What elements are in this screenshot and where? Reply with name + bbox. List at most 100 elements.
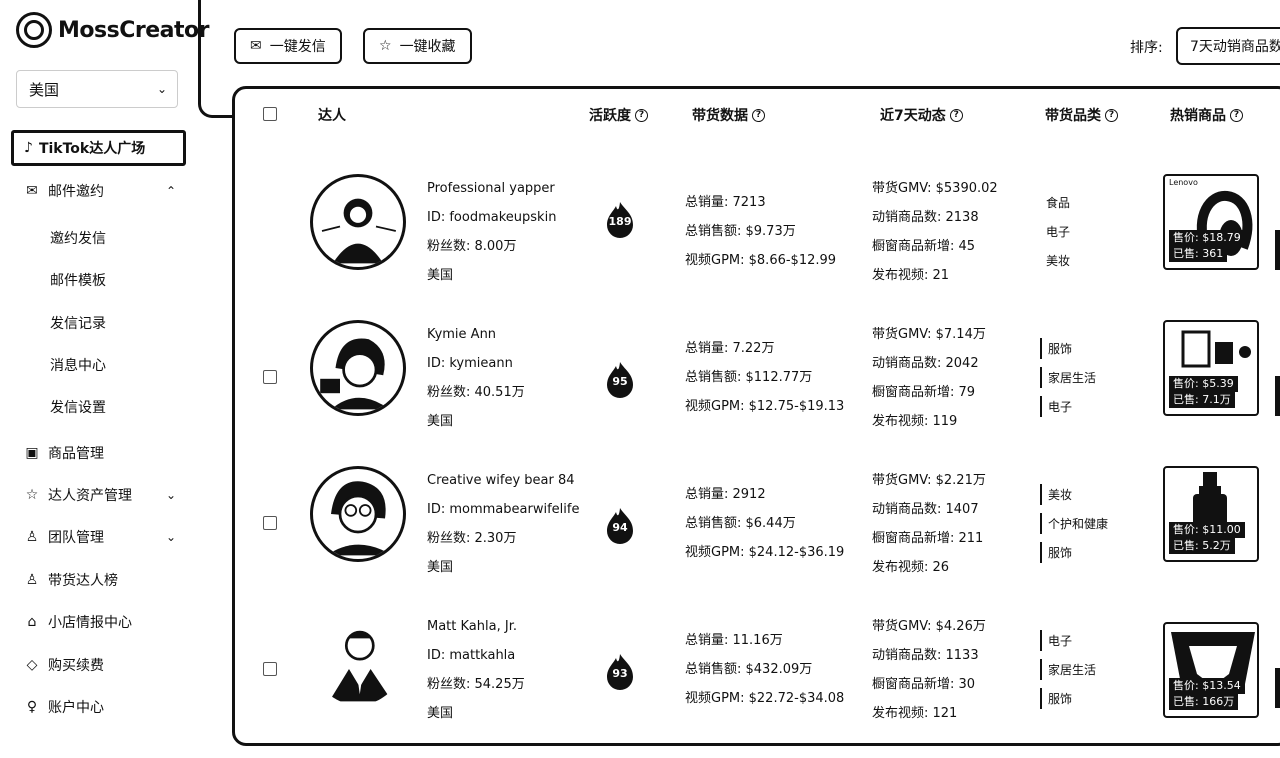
creator-avatar[interactable]	[310, 466, 406, 562]
sort-select[interactable]: 7天动销商品数	[1176, 27, 1280, 65]
gmv: 带货GMV: $5390.02	[872, 181, 998, 196]
scroll-edge	[1275, 668, 1280, 708]
creator-name[interactable]: Matt Kahla, Jr.	[427, 612, 525, 641]
sales-data: 总销量: 2912 总销售额: $6.44万 视频GPM: $24.12-$36…	[685, 480, 844, 567]
creator-avatar[interactable]	[310, 174, 406, 270]
logo-text: MossCreator	[58, 17, 209, 43]
product-price: 售价: $5.39	[1169, 376, 1238, 392]
video-gpm: 视频GPM: $8.66-$12.99	[685, 253, 837, 268]
logo[interactable]: MossCreator	[16, 12, 209, 48]
category-tag: 电子	[1040, 396, 1078, 417]
creator-info: Professional yapper ID: foodmakeupskin 粉…	[427, 174, 556, 290]
new-items: 橱窗商品新增: 30	[872, 677, 976, 692]
header-label: 带货品类	[1045, 108, 1101, 124]
mail-icon: ✉	[250, 38, 262, 54]
avatar-portrait	[313, 615, 403, 705]
bulk-favorite-label: 一键收藏	[399, 39, 456, 55]
videos: 发布视频: 21	[872, 268, 950, 283]
creator-country: 美国	[427, 268, 454, 283]
row-checkbox[interactable]	[263, 370, 277, 384]
tiktok-icon: ♪	[24, 140, 33, 156]
activity-score: 94	[612, 521, 628, 534]
scroll-edge	[1275, 230, 1280, 270]
category-tag: 电子	[1040, 630, 1078, 651]
new-items: 橱窗商品新增: 45	[872, 239, 976, 254]
help-icon[interactable]: ?	[752, 108, 765, 122]
moving-items: 动销商品数: 2042	[872, 356, 979, 371]
sales-data: 总销量: 7213 总销售额: $9.73万 视频GPM: $8.66-$12.…	[685, 188, 836, 275]
help-icon[interactable]: ?	[635, 108, 648, 122]
hot-product-card[interactable]: 售价: $11.00 已售: 5.2万	[1163, 466, 1259, 562]
table-row[interactable]: Professional yapper ID: foodmakeupskin 粉…	[0, 174, 1280, 320]
activity-flame-icon: 93	[603, 652, 637, 692]
creator-country: 美国	[427, 414, 454, 429]
hot-product-card[interactable]: 售价: $13.54 已售: 166万	[1163, 622, 1259, 718]
header-label: 活跃度	[589, 108, 631, 124]
creator-fans: 粉丝数: 40.51万	[427, 385, 525, 400]
creator-id: ID: mommabearwifelife	[427, 502, 580, 517]
help-icon[interactable]: ?	[1105, 108, 1118, 122]
sidebar-item-tiktok-square[interactable]: ♪ TikTok达人广场	[11, 130, 186, 166]
recent-activity: 带货GMV: $2.21万 动销商品数: 1407 橱窗商品新增: 211 发布…	[872, 466, 986, 582]
creator-id: ID: mattkahla	[427, 648, 516, 663]
table-row[interactable]: Kymie Ann ID: kymieann 粉丝数: 40.51万 美国 95…	[0, 320, 1280, 466]
creator-info: Creative wifey bear 84 ID: mommabearwife…	[427, 466, 579, 582]
activity-score: 93	[612, 667, 628, 680]
table-row[interactable]: Matt Kahla, Jr. ID: mattkahla 粉丝数: 54.25…	[0, 612, 1280, 758]
creator-name[interactable]: Kymie Ann	[427, 320, 525, 349]
product-price: 售价: $18.79	[1169, 230, 1245, 246]
recent-activity: 带货GMV: $7.14万 动销商品数: 2042 橱窗商品新增: 79 发布视…	[872, 320, 986, 436]
product-sold: 已售: 7.1万	[1169, 392, 1235, 408]
hot-product-card[interactable]: Lenovo 售价: $18.79 已售: 361	[1163, 174, 1259, 270]
star-icon: ☆	[379, 38, 392, 54]
row-checkbox[interactable]	[263, 516, 277, 530]
moving-items: 动销商品数: 2138	[872, 210, 979, 225]
new-items: 橱窗商品新增: 211	[872, 531, 984, 546]
table-row[interactable]: Creative wifey bear 84 ID: mommabearwife…	[0, 466, 1280, 612]
category-tag: 服饰	[1040, 688, 1078, 709]
help-icon[interactable]: ?	[949, 108, 963, 122]
total-sales: 总销量: 7213	[685, 195, 766, 210]
creator-info: Kymie Ann ID: kymieann 粉丝数: 40.51万 美国	[427, 320, 525, 436]
video-gpm: 视频GPM: $22.72-$34.08	[685, 691, 845, 706]
gmv: 带货GMV: $4.26万	[872, 619, 986, 634]
creator-fans: 粉丝数: 2.30万	[427, 531, 517, 546]
header-category: 带货品类?	[1045, 105, 1118, 125]
category-tag: 个护和健康	[1040, 513, 1114, 534]
header-label: 带货数据	[692, 108, 748, 124]
gmv: 带货GMV: $2.21万	[872, 473, 986, 488]
creator-avatar[interactable]	[310, 320, 406, 416]
total-amount: 总销售额: $9.73万	[685, 224, 796, 239]
chevron-down-icon: ⌄	[156, 82, 167, 96]
creator-name[interactable]: Professional yapper	[427, 174, 556, 203]
row-checkbox[interactable]	[263, 662, 277, 676]
country-select[interactable]: 美国 ⌄	[16, 70, 178, 108]
videos: 发布视频: 119	[872, 414, 958, 429]
activity-score: 189	[608, 215, 632, 228]
header-sales: 带货数据?	[692, 105, 765, 125]
header-recent: 近7天动态?	[880, 105, 963, 125]
total-sales: 总销量: 2912	[685, 487, 766, 502]
category-tag: 美妆	[1046, 254, 1071, 268]
product-sold: 已售: 5.2万	[1169, 538, 1235, 554]
header-label: 达人	[318, 108, 346, 124]
header-label: 近7天动态	[880, 108, 946, 124]
activity-score: 95	[612, 375, 628, 388]
activity-flame-icon: 189	[603, 200, 637, 240]
creator-avatar[interactable]	[310, 612, 406, 708]
bulk-favorite-button[interactable]: ☆ 一键收藏	[363, 28, 472, 64]
moving-items: 动销商品数: 1407	[872, 502, 979, 517]
recent-activity: 带货GMV: $4.26万 动销商品数: 1133 橱窗商品新增: 30 发布视…	[872, 612, 986, 728]
total-amount: 总销售额: $432.09万	[685, 662, 813, 677]
creator-id: ID: kymieann	[427, 356, 513, 371]
help-icon[interactable]: ?	[1230, 108, 1243, 122]
bulk-send-button[interactable]: ✉ 一键发信	[234, 28, 342, 64]
total-amount: 总销售额: $112.77万	[685, 370, 813, 385]
creator-name[interactable]: Creative wifey bear 84	[427, 466, 579, 495]
videos: 发布视频: 26	[872, 560, 950, 575]
product-price: 售价: $13.54	[1169, 678, 1245, 694]
sort-label: 排序:	[1130, 40, 1163, 56]
select-all-checkbox[interactable]	[263, 107, 277, 121]
product-sold: 已售: 166万	[1169, 694, 1239, 710]
hot-product-card[interactable]: 售价: $5.39 已售: 7.1万	[1163, 320, 1259, 416]
